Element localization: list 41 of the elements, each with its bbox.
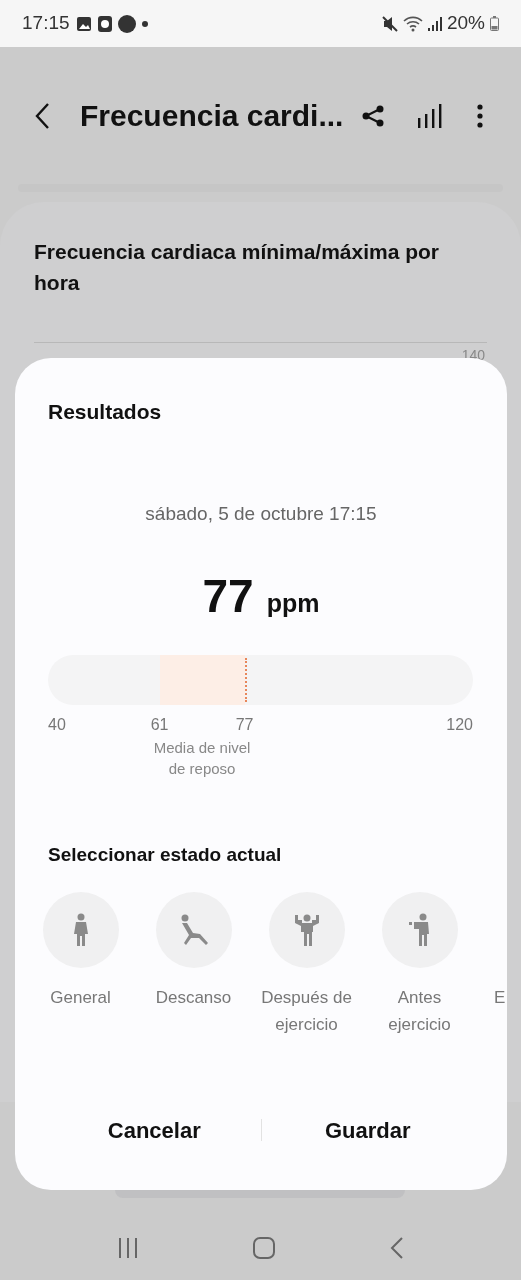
band-caption: Media de nivel de reposo (152, 738, 252, 779)
result-date: sábado, 5 de octubre 17:15 (144, 501, 378, 526)
heart-rate-value: 77 (202, 569, 254, 624)
state-option[interactable]: Descanso (143, 891, 244, 1038)
battery-icon (490, 16, 499, 31)
notification-dot-icon (141, 20, 148, 27)
clock-icon (97, 15, 112, 32)
home-icon[interactable] (252, 1236, 277, 1260)
scale-label: 77 (235, 715, 254, 735)
share-icon (361, 103, 385, 128)
dialog-title: Resultados (48, 399, 163, 425)
back-nav-icon[interactable] (390, 1236, 405, 1260)
state-option[interactable]: Después de ejercicio (256, 891, 357, 1038)
heart-rate-unit: ppm (266, 588, 320, 619)
image-icon (75, 15, 92, 32)
flexing-person-icon (292, 912, 321, 947)
state-option[interactable]: Antes ejercicio (369, 891, 470, 1038)
status-time: 17:15 (22, 11, 70, 36)
mute-icon (381, 15, 398, 32)
more-icon (477, 103, 483, 128)
card-title: Frecuencia cardiaca mínima/máxima por hora (34, 239, 441, 296)
cancel-button[interactable]: Cancelar (48, 1110, 261, 1150)
section-title: Seleccionar estado actual (48, 843, 283, 867)
state-option[interactable]: E (482, 891, 507, 1038)
standing-person-icon (72, 912, 89, 947)
back-icon (34, 101, 50, 130)
bar-chart-icon (417, 103, 443, 128)
recent-apps-icon[interactable] (116, 1237, 139, 1259)
person-with-weight-icon (407, 912, 432, 947)
save-button[interactable]: Guardar (261, 1110, 474, 1150)
state-option[interactable]: General (30, 891, 131, 1038)
more-button[interactable] (477, 102, 485, 129)
page-title: Frecuencia cardi... (80, 98, 345, 134)
scale-label: 40 (48, 715, 66, 735)
battery-percent: 20% (446, 11, 485, 36)
wifi-icon (402, 15, 423, 32)
signal-icon (427, 16, 442, 31)
scale-label: 61 (150, 715, 169, 735)
scale-label: 120 (446, 715, 473, 735)
chart-button[interactable] (417, 102, 443, 129)
app-badge-icon (117, 14, 136, 33)
